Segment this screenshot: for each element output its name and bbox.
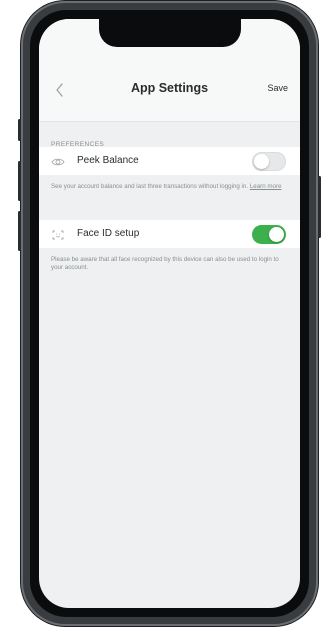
phone-frame: App Settings Save PREFERENCES Peek Balan… [18,1,321,626]
description-text: See your account balance and last three … [51,183,249,190]
power-button [318,176,321,238]
setting-row-peek-balance: Peek Balance [39,147,300,175]
volume-down-button [18,211,21,251]
mute-switch [18,119,21,141]
description-text: Please be aware that all face recognized… [51,256,279,271]
toggle-knob [254,154,269,169]
setting-description: See your account balance and last three … [51,183,287,191]
toggle-knob [269,227,284,242]
setting-label: Peek Balance [77,155,139,166]
face-id-icon [51,228,65,240]
peek-balance-toggle[interactable] [252,152,286,171]
page-title: App Settings [130,81,209,95]
face-id-toggle[interactable] [252,225,286,244]
setting-label: Face ID setup [77,228,140,239]
volume-up-button [18,161,21,201]
screen: App Settings Save PREFERENCES Peek Balan… [39,19,300,608]
camera-notch [98,19,241,47]
save-button[interactable]: Save [267,83,288,93]
setting-description: Please be aware that all face recognized… [51,256,287,272]
learn-more-link[interactable]: Learn more [250,183,282,190]
stage: App Settings Save PREFERENCES Peek Balan… [0,0,335,630]
eye-icon [51,155,65,167]
setting-row-face-id: Face ID setup [39,220,300,248]
